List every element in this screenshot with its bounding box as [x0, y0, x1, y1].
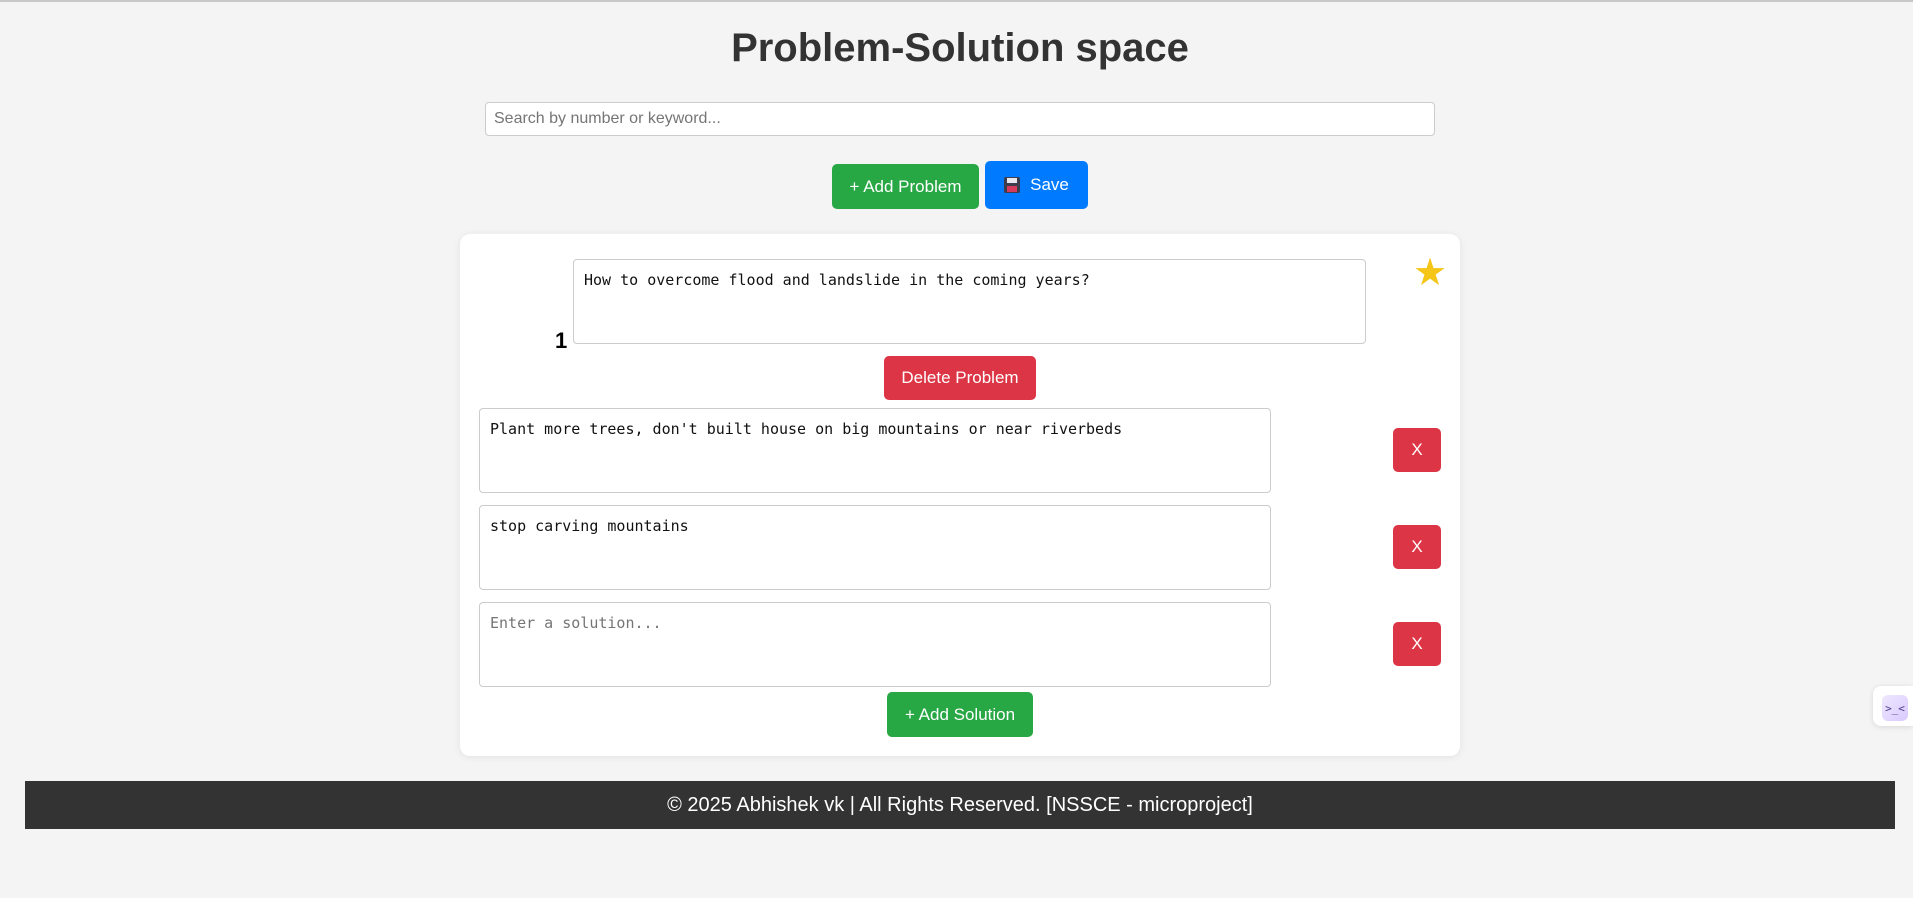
- add-problem-button[interactable]: + Add Problem: [832, 164, 979, 209]
- solution-input[interactable]: [479, 602, 1271, 687]
- delete-problem-button[interactable]: Delete Problem: [884, 356, 1036, 400]
- side-widget[interactable]: >_<: [1873, 686, 1913, 726]
- floppy-disk-icon: [1004, 177, 1021, 193]
- top-border: [0, 0, 1913, 2]
- terminal-face-icon: >_<: [1882, 695, 1908, 721]
- solution-input[interactable]: stop carving mountains: [479, 505, 1271, 590]
- problem-text-input[interactable]: How to overcome flood and landslide in t…: [573, 259, 1366, 344]
- remove-solution-button[interactable]: X: [1393, 525, 1441, 569]
- star-icon[interactable]: ★: [1411, 254, 1449, 292]
- footer-text: © 2025 Abhishek vk | All Rights Reserved…: [667, 793, 1253, 816]
- solution-input[interactable]: Plant more trees, don't built house on b…: [479, 408, 1271, 493]
- save-button[interactable]: Save: [985, 161, 1088, 209]
- remove-solution-button[interactable]: X: [1393, 622, 1441, 666]
- add-solution-button[interactable]: + Add Solution: [887, 692, 1033, 737]
- search-input[interactable]: [485, 102, 1435, 136]
- remove-solution-button[interactable]: X: [1393, 428, 1441, 472]
- page-title: Problem-Solution space: [731, 26, 1189, 70]
- save-button-label: Save: [1030, 175, 1069, 194]
- footer: © 2025 Abhishek vk | All Rights Reserved…: [25, 781, 1895, 829]
- problem-number: 1: [555, 328, 568, 353]
